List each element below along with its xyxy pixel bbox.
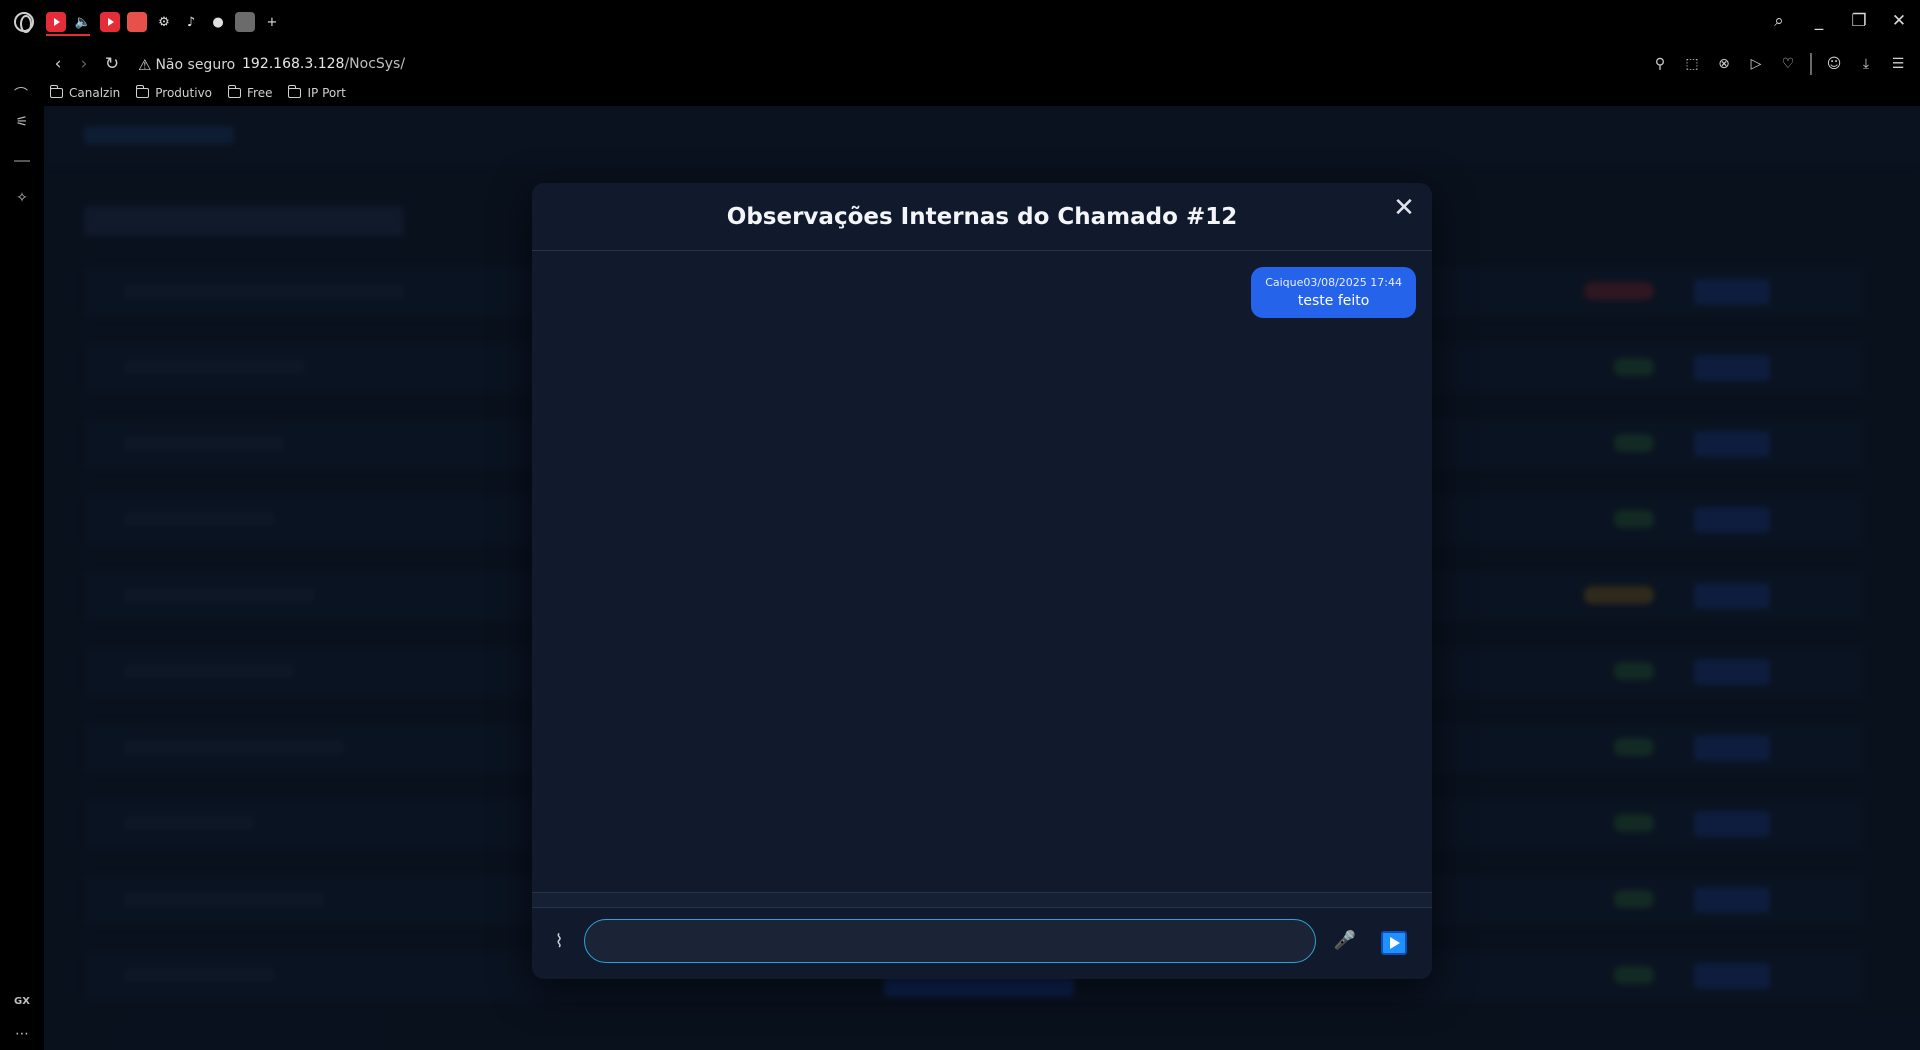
bookmark-ip-port[interactable]: IP Port xyxy=(287,85,346,100)
message-composer: ⌇ 🎤 xyxy=(532,908,1432,979)
warning-icon: ⚠ xyxy=(138,56,152,74)
youtube-tab-icon[interactable] xyxy=(100,12,120,32)
new-tab-icon[interactable]: + xyxy=(262,12,282,32)
message-text: teste feito xyxy=(1297,293,1370,309)
search-tabs-icon[interactable]: ⌕ xyxy=(1768,10,1790,32)
bookmark-produtivo[interactable]: Produtivo xyxy=(135,85,213,100)
download-icon[interactable]: ⤓ xyxy=(1856,54,1876,74)
message-timestamp: 03/08/2025 17:44 xyxy=(1303,276,1402,289)
bookmark-label: IP Port xyxy=(307,86,346,100)
send-button[interactable] xyxy=(1381,931,1407,955)
bookmark-label: Free xyxy=(247,86,273,100)
back-arrow-icon[interactable]: ‹ xyxy=(48,54,68,74)
tiktok-tab-icon[interactable]: ♪ xyxy=(181,12,201,32)
reload-icon[interactable]: ↻ xyxy=(102,54,122,74)
restore-icon[interactable]: ❐ xyxy=(1848,10,1870,32)
folder-icon xyxy=(287,85,302,98)
browser-tab-bar: 🔈 ⚙ ♪ ● + ⌕ _ ❐ ✕ xyxy=(0,0,1920,44)
folder-icon xyxy=(49,85,63,98)
extensions-icon[interactable]: ✧ xyxy=(12,188,32,208)
bookmark-free[interactable]: Free xyxy=(227,85,273,100)
browser-sidebar: ⚟ ✧ GX ⋯ xyxy=(0,106,44,1050)
bookmarks-bar: ⌒ Canalzin Produtivo Free IP Port xyxy=(0,84,1920,106)
security-label: Não seguro xyxy=(155,57,236,73)
tab-audio-indicator xyxy=(46,34,90,36)
youtube-tab-icon[interactable] xyxy=(46,12,66,32)
bookmark-canalzin[interactable]: Canalzin xyxy=(49,85,121,100)
message-meta: Caique03/08/2025 17:44 xyxy=(1265,276,1402,289)
github-tab-icon[interactable]: ● xyxy=(208,12,228,32)
active-tab-icon[interactable] xyxy=(235,12,255,32)
profile-icon[interactable]: ☺ xyxy=(1824,54,1844,74)
app-tab-icon[interactable] xyxy=(127,12,147,32)
play-icon[interactable]: ▷ xyxy=(1746,54,1766,74)
tab-strip: 🔈 ⚙ ♪ ● + xyxy=(46,12,282,32)
browser-toolbar: ⚲ ⬚ ⊗ ▷ ♡ ☺ ⤓ ☰ xyxy=(1650,53,1908,75)
speaker-tab-icon[interactable]: 🔈 xyxy=(73,12,93,32)
url-field[interactable]: 192.168.3.128/NocSys/ xyxy=(242,56,405,72)
menu-icon[interactable]: ☰ xyxy=(1888,54,1908,74)
toolbar-separator xyxy=(1810,53,1812,75)
message-author: Caique xyxy=(1265,276,1304,289)
window-controls: ⌕ _ ❐ ✕ xyxy=(1768,10,1910,32)
more-icon[interactable]: ⋯ xyxy=(12,1024,32,1044)
url-path: /NocSys/ xyxy=(344,56,406,72)
folder-icon xyxy=(227,85,242,98)
microphone-icon[interactable]: 🎤 xyxy=(1332,928,1358,954)
forward-arrow-icon[interactable]: › xyxy=(74,54,94,74)
opera-logo-icon[interactable] xyxy=(14,12,34,33)
internal-notes-modal: Observações Internas do Chamado #12 ✕ Ca… xyxy=(532,183,1432,979)
close-window-icon[interactable]: ✕ xyxy=(1888,10,1910,32)
close-icon[interactable]: ✕ xyxy=(1391,195,1417,221)
security-indicator[interactable]: ⚠ Não seguro xyxy=(138,56,235,74)
modal-header: Observações Internas do Chamado #12 ✕ xyxy=(532,183,1432,251)
gx-label[interactable]: GX xyxy=(12,992,32,1012)
mixer-icon[interactable]: ⚟ xyxy=(12,112,32,132)
minimize-icon[interactable]: _ xyxy=(1808,10,1830,32)
sidebar-divider xyxy=(14,160,30,162)
modal-title: Observações Internas do Chamado #12 xyxy=(726,204,1238,230)
pin-icon[interactable]: ⚲ xyxy=(1650,54,1670,74)
url-host: 192.168.3.128 xyxy=(242,56,345,72)
composer-divider xyxy=(532,892,1432,908)
bookmarks-toggle-icon[interactable]: ⌒ xyxy=(14,84,28,104)
address-bar: ‹ › ↻ ⚠ Não seguro 192.168.3.128/NocSys/… xyxy=(0,44,1920,84)
heart-icon[interactable]: ♡ xyxy=(1778,54,1798,74)
message-input[interactable] xyxy=(584,919,1316,963)
paperclip-icon[interactable]: ⌇ xyxy=(549,929,569,955)
snapshot-icon[interactable]: ⬚ xyxy=(1682,54,1702,74)
openai-tab-icon[interactable]: ⚙ xyxy=(154,12,174,32)
adblock-icon[interactable]: ⊗ xyxy=(1714,54,1734,74)
messages-area[interactable]: Caique03/08/2025 17:44 teste feito xyxy=(532,252,1432,892)
folder-icon xyxy=(135,85,150,98)
bookmark-label: Produtivo xyxy=(155,86,213,100)
bookmark-label: Canalzin xyxy=(69,86,121,100)
chat-message: Caique03/08/2025 17:44 teste feito xyxy=(1251,267,1416,318)
